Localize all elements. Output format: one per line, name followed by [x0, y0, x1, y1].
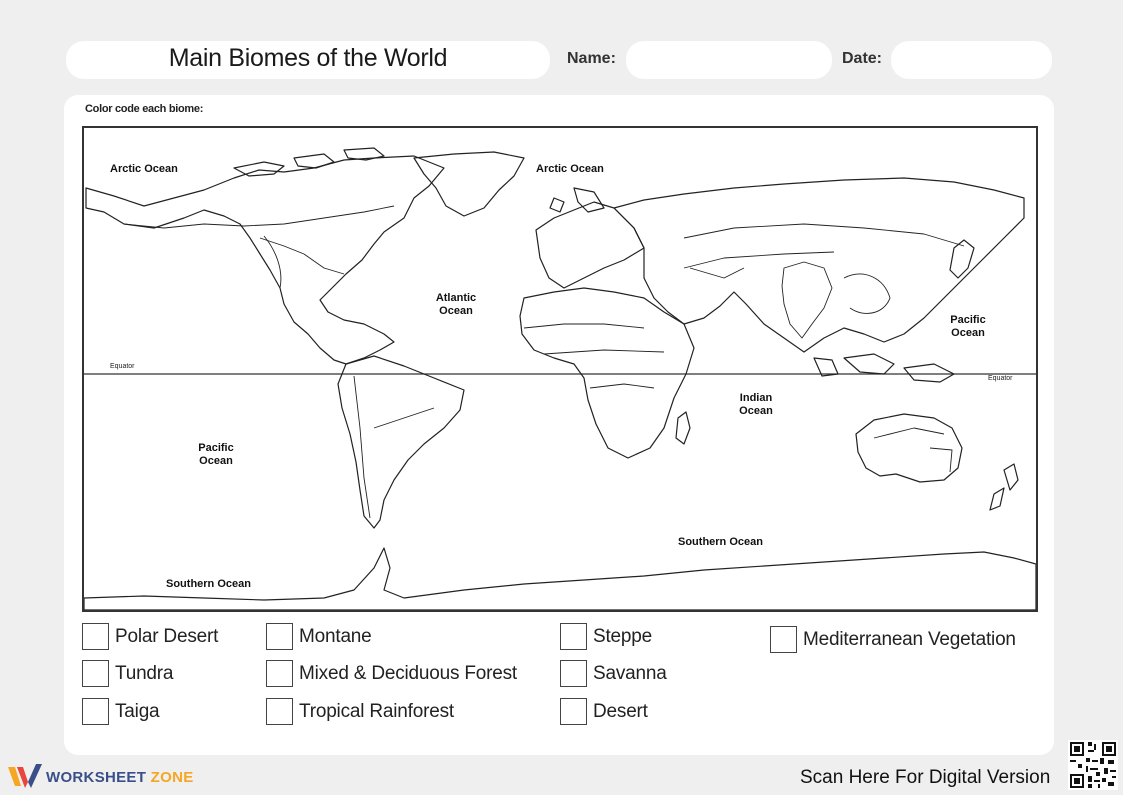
color-box-savanna[interactable] — [560, 660, 587, 687]
name-label: Name: — [567, 50, 616, 67]
atlantic-ocean-label: Atlantic Ocean — [435, 292, 477, 317]
world-map: Arctic Ocean Arctic Ocean Atlantic Ocean… — [82, 126, 1038, 612]
page-title: Main Biomes of the World — [168, 44, 448, 72]
legend-label: Montane — [299, 625, 372, 647]
color-box-tundra[interactable] — [82, 660, 109, 687]
legend-savanna: Savanna — [560, 660, 667, 687]
india-outline — [781, 261, 833, 339]
southern-ocean-label-left: Southern Ocean — [166, 578, 251, 590]
color-box-tropical-rainforest[interactable] — [266, 698, 293, 725]
legend-desert: Desert — [560, 698, 648, 725]
equator-label-left: Equator — [110, 363, 135, 370]
north-america-outline — [85, 155, 445, 365]
arctic-ocean-label-right: Arctic Ocean — [536, 163, 604, 175]
indian-ocean-label: Indian Ocean — [739, 392, 773, 417]
date-field[interactable] — [891, 41, 1052, 79]
equator-label-right: Equator — [988, 375, 1013, 382]
africa-outline — [519, 287, 695, 459]
indonesia-outline — [813, 353, 955, 383]
title-banner: Main Biomes of the World — [66, 41, 550, 79]
legend-tundra: Tundra — [82, 660, 173, 687]
brand-main: WORKSHEET — [46, 768, 147, 786]
legend-tropical-rainforest: Tropical Rainforest — [266, 698, 454, 725]
south-america-outline — [337, 355, 465, 529]
qr-code-icon[interactable] — [1068, 740, 1118, 790]
legend-label: Mixed & Deciduous Forest — [299, 662, 518, 684]
legend-label: Desert — [593, 700, 648, 722]
australia-outline — [855, 413, 963, 483]
europe-outline — [535, 201, 645, 289]
legend-label: Polar Desert — [115, 625, 219, 647]
legend-mediterranean-vegetation: Mediterranean Vegetation — [770, 626, 1016, 653]
legend-montane: Montane — [266, 623, 372, 650]
worksheetzone-logo-icon — [8, 764, 42, 788]
date-label: Date: — [842, 50, 883, 67]
qr-code-graphic — [1068, 740, 1118, 790]
pacific-ocean-label-right: Pacific Ocean — [950, 314, 986, 339]
instruction-text: Color code each biome: — [85, 103, 204, 115]
legend-label: Taiga — [115, 700, 160, 722]
new-zealand-outline — [989, 463, 1019, 511]
color-box-polar-desert[interactable] — [82, 623, 109, 650]
madagascar-outline — [675, 411, 691, 445]
color-box-mixed-deciduous-forest[interactable] — [266, 660, 293, 687]
world-map-outline — [84, 147, 1036, 610]
scan-instruction: Scan Here For Digital Version — [800, 767, 1051, 788]
legend-polar-desert: Polar Desert — [82, 623, 218, 650]
southern-ocean-label-center: Southern Ocean — [678, 536, 763, 548]
arctic-ocean-label-left: Arctic Ocean — [110, 163, 178, 175]
brand-logo[interactable]: WORKSHEET ZONE — [8, 764, 194, 790]
color-box-steppe[interactable] — [560, 623, 587, 650]
color-box-mediterranean-vegetation[interactable] — [770, 626, 797, 653]
pacific-ocean-label-left: Pacific Ocean — [198, 442, 234, 467]
brand-name: WORKSHEET ZONE — [46, 769, 194, 786]
arctic-islands-outline — [233, 147, 385, 177]
color-box-taiga[interactable] — [82, 698, 109, 725]
legend-steppe: Steppe — [560, 623, 652, 650]
legend-mixed-deciduous-forest: Mixed & Deciduous Forest — [266, 660, 517, 687]
legend-label: Mediterranean Vegetation — [803, 628, 1016, 650]
color-box-montane[interactable] — [266, 623, 293, 650]
name-field[interactable] — [626, 41, 832, 79]
legend-label: Tundra — [115, 662, 174, 684]
legend-label: Savanna — [593, 662, 667, 684]
brand-accent: ZONE — [150, 768, 194, 786]
legend-label: Tropical Rainforest — [299, 700, 454, 722]
legend-taiga: Taiga — [82, 698, 160, 725]
legend-label: Steppe — [593, 625, 653, 647]
color-box-desert[interactable] — [560, 698, 587, 725]
